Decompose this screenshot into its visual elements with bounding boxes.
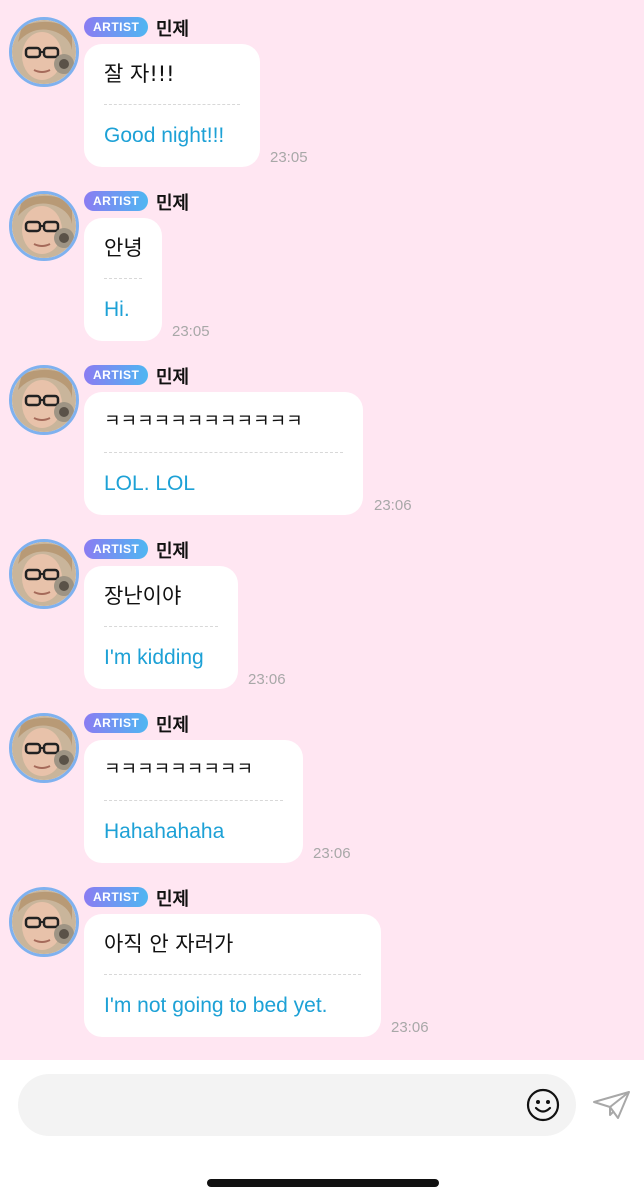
avatar-photo: [12, 368, 76, 432]
original-text: 안녕: [104, 218, 143, 279]
message-bubble[interactable]: ㅋㅋㅋㅋㅋㅋㅋㅋㅋ Hahahahaha: [84, 740, 303, 863]
sender-name: 민제: [156, 367, 190, 388]
home-indicator[interactable]: [207, 1179, 439, 1187]
chat-message: ARTIST 민제 잘 자!!! Good night!!! 23:05: [0, 0, 644, 174]
artist-avatar[interactable]: [9, 713, 79, 783]
message-bubble[interactable]: 장난이야 I'm kidding: [84, 566, 238, 689]
translated-text: I'm kidding: [104, 646, 204, 669]
original-text: 장난이야: [104, 566, 218, 627]
artist-badge: ARTIST: [84, 191, 149, 211]
message-time: 23:05: [172, 323, 210, 340]
message-time: 23:06: [248, 671, 286, 688]
smiley-icon[interactable]: [526, 1088, 560, 1122]
sender-name: 민제: [156, 193, 190, 214]
message-bubble[interactable]: ㅋㅋㅋㅋㅋㅋㅋㅋㅋㅋㅋㅋ LOL. LOL: [84, 392, 363, 515]
message-time: 23:06: [391, 1019, 429, 1036]
artist-badge: ARTIST: [84, 365, 149, 385]
avatar-photo: [12, 890, 76, 954]
message-input[interactable]: [18, 1074, 576, 1136]
paper-plane-icon[interactable]: [592, 1090, 632, 1120]
message-time: 23:06: [313, 845, 351, 862]
avatar-photo: [12, 20, 76, 84]
avatar-photo: [12, 194, 76, 258]
original-text: 잘 자!!!: [104, 44, 240, 105]
translated-text: Hahahahaha: [104, 820, 225, 843]
translated-text: LOL. LOL: [104, 472, 196, 495]
translated-text: Hi.: [104, 298, 130, 321]
chat-message: ARTIST 민제 장난이야 I'm kidding 23:06: [0, 522, 644, 696]
original-text: 아직 안 자러가: [104, 914, 361, 975]
message-bubble[interactable]: 안녕 Hi.: [84, 218, 162, 341]
avatar-photo: [12, 542, 76, 606]
message-time: 23:05: [270, 149, 308, 166]
message-bubble[interactable]: 잘 자!!! Good night!!!: [84, 44, 260, 167]
artist-badge: ARTIST: [84, 713, 149, 733]
message-composer: [0, 1060, 644, 1200]
artist-avatar[interactable]: [9, 17, 79, 87]
avatar-photo: [12, 716, 76, 780]
chat-message: ARTIST 민제 안녕 Hi. 23:05: [0, 174, 644, 348]
sender-name: 민제: [156, 19, 190, 40]
original-text: ㅋㅋㅋㅋㅋㅋㅋㅋㅋ: [104, 740, 283, 801]
chat-message: ARTIST 민제 ㅋㅋㅋㅋㅋㅋㅋㅋㅋㅋㅋㅋ LOL. LOL 23:06: [0, 348, 644, 522]
artist-badge: ARTIST: [84, 887, 149, 907]
chat-message: ARTIST 민제 ㅋㅋㅋㅋㅋㅋㅋㅋㅋ Hahahahaha 23:06: [0, 696, 644, 870]
artist-avatar[interactable]: [9, 191, 79, 261]
chat-thread: ARTIST 민제 잘 자!!! Good night!!! 23:05 ART…: [0, 0, 644, 1060]
artist-avatar[interactable]: [9, 887, 79, 957]
original-text: ㅋㅋㅋㅋㅋㅋㅋㅋㅋㅋㅋㅋ: [104, 392, 343, 453]
sender-name: 민제: [156, 541, 190, 562]
sender-name: 민제: [156, 889, 190, 910]
artist-badge: ARTIST: [84, 539, 149, 559]
chat-message: ARTIST 민제 아직 안 자러가 I'm not going to bed …: [0, 870, 644, 1044]
artist-avatar[interactable]: [9, 365, 79, 435]
sender-name: 민제: [156, 715, 190, 736]
translated-text: I'm not going to bed yet.: [104, 994, 328, 1017]
message-bubble[interactable]: 아직 안 자러가 I'm not going to bed yet.: [84, 914, 381, 1037]
message-time: 23:06: [374, 497, 412, 514]
translated-text: Good night!!!: [104, 124, 225, 147]
artist-badge: ARTIST: [84, 17, 149, 37]
artist-avatar[interactable]: [9, 539, 79, 609]
